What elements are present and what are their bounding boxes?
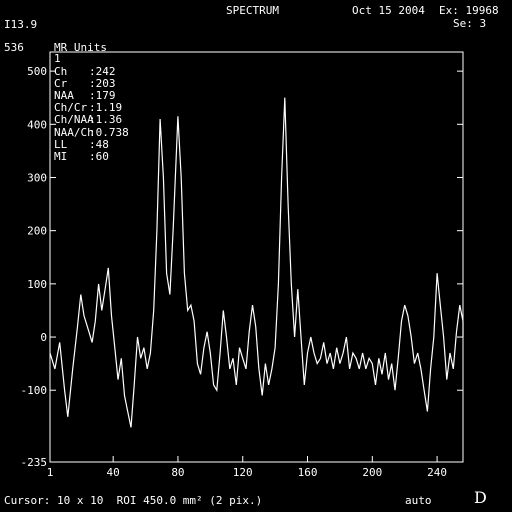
x-tick-label: 80 [171, 466, 184, 479]
window-title: SPECTRUM [226, 4, 279, 17]
x-tick-label: 240 [427, 466, 447, 479]
orientation-label: D [474, 488, 487, 507]
metabolite-name: Ch/NAA [54, 113, 94, 127]
index-label: 1 [54, 52, 61, 65]
metabolite-name: NAA/Ch [54, 125, 94, 139]
x-tick-label: 40 [107, 466, 120, 479]
x-tick-label: 1 [47, 466, 54, 479]
metabolite-name: LL [54, 137, 68, 151]
metabolite-name: MI [54, 149, 68, 163]
y-max-label: 536 [4, 41, 24, 54]
x-tick-label: 200 [362, 466, 382, 479]
y-tick-label: 500 [27, 65, 47, 78]
series-number: Se: 3 [453, 17, 487, 30]
image-number: I13.9 [4, 18, 38, 31]
spectrum-line [49, 97, 464, 428]
x-tick-group: 1 40 80 120 160 200 240 [47, 456, 447, 479]
x-tick-label: 120 [233, 466, 253, 479]
y-tick-label: 100 [27, 278, 47, 291]
y-tick-label: -235 [21, 456, 48, 469]
metabolite-value: :60 [89, 149, 109, 163]
metabolite-value: :1.36 [89, 113, 123, 127]
cursor-readout: Cursor: 10 x 10 ROI 450.0 mm² (2 pix.) [4, 494, 263, 507]
y-tick-label: -100 [21, 384, 48, 397]
metabolite-value: :48 [89, 137, 109, 151]
units-label: MR Units [54, 41, 107, 54]
y-tick-label: 300 [27, 171, 47, 184]
spectrum-plot: 1 40 80 120 160 200 240 500 400 300 200 100 0 -100 -2… [21, 51, 464, 479]
y-tick-label: 400 [27, 118, 47, 131]
scale-mode[interactable]: auto [405, 495, 432, 507]
study-date: Oct 15 2004 [352, 4, 425, 17]
y-tick-label: 200 [27, 225, 47, 238]
x-tick-label: 160 [298, 466, 318, 479]
metabolite-value: :0.738 [89, 125, 129, 139]
exam-number: Ex: 19968 [439, 4, 499, 17]
y-tick-label: 0 [40, 331, 47, 344]
